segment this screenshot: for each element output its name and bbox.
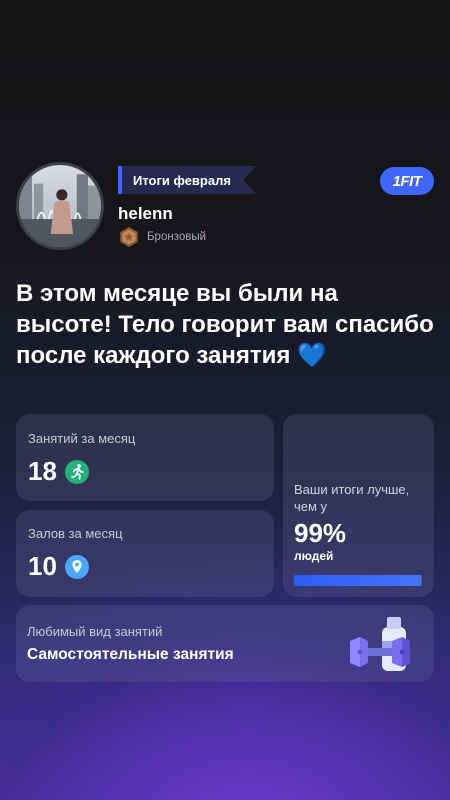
- blue-heart-icon: 💙: [297, 342, 327, 369]
- ranking-people-label: людей: [294, 549, 334, 563]
- favorite-activity-card[interactable]: Любимый вид занятий Самостоятельные заня…: [16, 605, 434, 682]
- ranking-progress-fill: [294, 575, 421, 586]
- avatar-photo: [19, 165, 101, 247]
- gyms-stat: 10: [28, 551, 89, 582]
- ranking-percent: 99%: [294, 518, 347, 548]
- username: helenn: [118, 204, 173, 223]
- sessions-label: Занятий за месяц: [28, 431, 136, 446]
- sessions-stat: 18: [28, 456, 89, 487]
- avatar[interactable]: [16, 162, 104, 250]
- brand-logo: 1FIT: [380, 167, 434, 195]
- month-summary-badge: Итоги февраля: [118, 166, 256, 194]
- bronze-badge-icon: [120, 227, 138, 247]
- gyms-label: Залов за месяц: [28, 526, 123, 541]
- dumbbell-bottle-icon: [350, 617, 410, 671]
- membership-tier: Бронзовый: [118, 226, 206, 248]
- headline: В этом месяце вы были на высоте! Тело го…: [16, 278, 436, 371]
- sessions-value: 18: [28, 456, 57, 486]
- location-pin-icon: [64, 554, 89, 579]
- headline-text: В этом месяце вы были на высоте! Тело го…: [16, 280, 434, 369]
- favorite-activity-label: Любимый вид занятий: [27, 624, 163, 639]
- tier-label: Бронзовый: [147, 231, 207, 243]
- ranking-text: Ваши итоги лучше, чем у: [294, 482, 410, 514]
- ranking-card[interactable]: Ваши итоги лучше, чем у 99% людей: [283, 414, 434, 597]
- favorite-activity-value: Самостоятельные занятия: [27, 646, 234, 663]
- sessions-card[interactable]: Занятий за месяц 18: [16, 414, 274, 501]
- running-person-icon: [64, 459, 89, 484]
- gyms-card[interactable]: Залов за месяц 10: [16, 510, 274, 597]
- gyms-value: 10: [28, 551, 57, 581]
- monthly-summary-screen: Итоги февраля 1FIT helenn Бронзовый В эт…: [0, 0, 450, 800]
- ranking-progress-bar: [294, 575, 422, 586]
